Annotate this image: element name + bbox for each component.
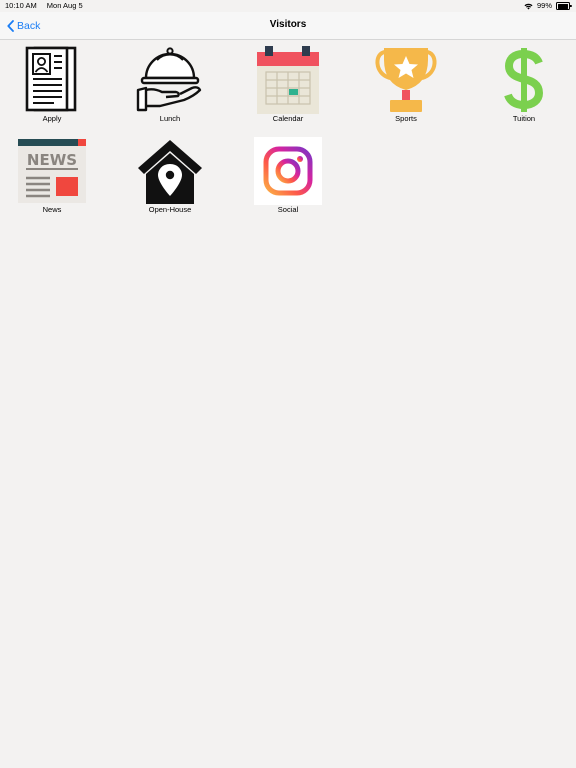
- navigation-bar: Back Visitors: [0, 12, 576, 40]
- page-title: Visitors: [269, 19, 307, 30]
- tile-label: Lunch: [159, 114, 181, 123]
- application-form-icon: [18, 46, 86, 114]
- tile-label: Apply: [42, 114, 62, 123]
- battery-fill: [557, 3, 569, 9]
- wifi-icon: [524, 3, 533, 9]
- tile-open-house[interactable]: Open-House: [130, 137, 210, 221]
- calendar-icon: [254, 46, 322, 114]
- tile-sports[interactable]: Sports: [366, 46, 446, 130]
- dollar-sign-icon: [490, 46, 558, 114]
- newspaper-icon: NEWS: [18, 137, 86, 205]
- tile-label: Sports: [395, 114, 417, 123]
- tile-label: News: [42, 205, 62, 214]
- tile-label: Open-House: [148, 205, 192, 214]
- tile-apply[interactable]: Apply: [12, 46, 92, 130]
- battery-icon: [556, 2, 572, 10]
- status-bar: 10:10 AM Mon Aug 5 99%: [0, 0, 576, 12]
- tile-tuition[interactable]: Tuition: [484, 46, 564, 130]
- status-left: 10:10 AM Mon Aug 5: [5, 0, 83, 12]
- tile-label: Calendar: [272, 114, 304, 123]
- instagram-icon: [254, 137, 322, 205]
- tile-calendar[interactable]: Calendar: [248, 46, 328, 130]
- battery-percent: 99%: [536, 1, 552, 10]
- tile-label: Social: [277, 205, 299, 214]
- serving-tray-icon: [136, 46, 204, 114]
- tile-lunch[interactable]: Lunch: [130, 46, 210, 130]
- tile-news[interactable]: NEWS News: [12, 137, 92, 221]
- status-right: 99%: [524, 0, 572, 12]
- tile-label: Tuition: [512, 114, 536, 123]
- trophy-icon: [372, 46, 440, 114]
- newspaper-masthead: NEWS: [27, 151, 77, 169]
- status-date: Mon Aug 5: [46, 1, 83, 10]
- house-location-icon: [136, 137, 204, 205]
- status-time: 10:10 AM: [5, 1, 37, 10]
- tile-social[interactable]: Social: [248, 137, 328, 221]
